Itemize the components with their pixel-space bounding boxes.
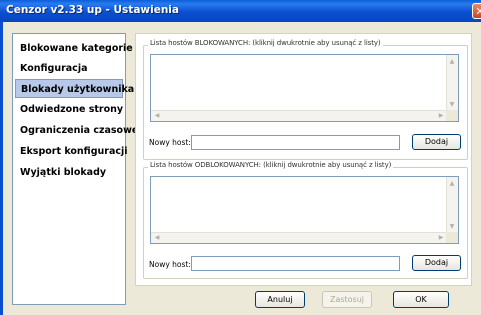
scroll-right-icon[interactable]: ▶ xyxy=(436,111,446,120)
close-icon[interactable]: ✕ xyxy=(472,3,481,19)
settings-sidebar: Blokowane kategorie Konfiguracja Blokady… xyxy=(12,33,138,305)
scroll-up-icon[interactable]: ▲ xyxy=(447,179,457,188)
blocked-list-horizontal-scrollbar[interactable]: ◀ ▶ xyxy=(151,110,447,121)
blocked-new-host-label: Nowy host: xyxy=(149,138,191,147)
unblocked-hosts-list[interactable]: ▲ ▼ ◀ ▶ xyxy=(150,176,459,244)
unblocked-add-button[interactable]: Dodaj xyxy=(412,255,461,271)
sidebar-item-user-blocks[interactable]: Blokady użytkownika xyxy=(15,79,134,98)
blocked-hosts-group: Lista hostów BLOKOWANYCH: (kliknij dwukr… xyxy=(143,39,468,160)
scroll-down-icon[interactable]: ▼ xyxy=(447,100,457,109)
unblocked-hosts-group: Lista hostów ODBLOKOWANYCH: (kliknij dwu… xyxy=(143,161,468,279)
blocked-add-button[interactable]: Dodaj xyxy=(412,134,461,150)
unblocked-hosts-group-label: Lista hostów ODBLOKOWANYCH: (kliknij dwu… xyxy=(148,161,394,169)
scroll-down-icon[interactable]: ▼ xyxy=(447,222,457,231)
ok-button[interactable]: OK xyxy=(393,291,449,308)
cancel-button[interactable]: Anuluj xyxy=(255,291,305,308)
window-frame xyxy=(0,22,3,315)
scroll-up-icon[interactable]: ▲ xyxy=(447,57,457,66)
unblocked-new-host-label: Nowy host: xyxy=(149,260,191,269)
scroll-right-icon[interactable]: ▶ xyxy=(436,233,446,242)
title-bar[interactable]: Cenzor v2.33 up - Ustawienia ✕ xyxy=(0,0,481,22)
settings-window: Cenzor v2.33 up - Ustawienia ✕ Blokowane… xyxy=(0,0,481,315)
blocked-hosts-group-label: Lista hostów BLOKOWANYCH: (kliknij dwukr… xyxy=(148,39,383,47)
unblocked-new-host-input[interactable] xyxy=(191,256,400,271)
scroll-left-icon[interactable]: ◀ xyxy=(152,233,162,242)
sidebar-item-export-config[interactable]: Eksport konfiguracji xyxy=(15,142,128,161)
sidebar-item-visited-pages[interactable]: Odwiedzone strony xyxy=(15,100,123,119)
sidebar-item-time-limits[interactable]: Ograniczenia czasowe xyxy=(15,121,138,140)
blocked-new-host-input[interactable] xyxy=(191,135,400,150)
sidebar-item-block-exceptions[interactable]: Wyjątki blokady xyxy=(15,163,123,182)
unblocked-list-vertical-scrollbar[interactable]: ▲ ▼ xyxy=(446,177,458,233)
window-title: Cenzor v2.33 up - Ustawienia xyxy=(6,4,179,16)
unblocked-list-horizontal-scrollbar[interactable]: ◀ ▶ xyxy=(151,232,447,243)
blocked-list-vertical-scrollbar[interactable]: ▲ ▼ xyxy=(446,55,458,111)
scrollbar-corner xyxy=(446,232,458,243)
scrollbar-corner xyxy=(446,110,458,121)
scroll-left-icon[interactable]: ◀ xyxy=(152,111,162,120)
apply-button[interactable]: Zastosuj xyxy=(322,291,372,308)
sidebar-item-configuration[interactable]: Konfiguracja xyxy=(15,59,123,78)
sidebar-item-blocked-categories[interactable]: Blokowane kategorie xyxy=(15,39,133,58)
blocked-hosts-list[interactable]: ▲ ▼ ◀ ▶ xyxy=(150,54,459,122)
